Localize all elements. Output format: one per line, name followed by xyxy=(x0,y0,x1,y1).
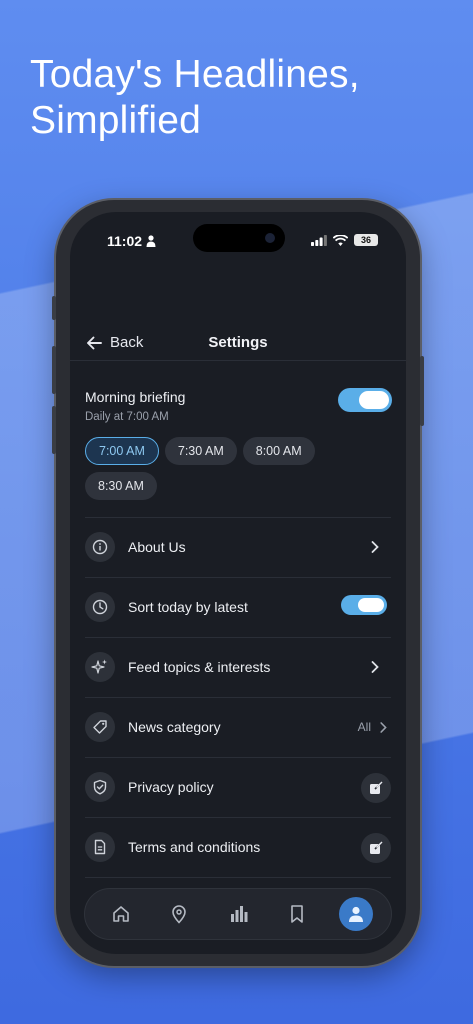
settings-row-label: News category xyxy=(128,719,221,735)
time-chip-700[interactable]: 7:00 AM xyxy=(85,437,159,465)
action-button xyxy=(52,296,56,320)
phone-frame: 11:02 36 Back Settings Morning briefing … xyxy=(52,200,424,966)
time-chip-800[interactable]: 8:00 AM xyxy=(242,437,315,465)
settings-row-partial xyxy=(85,877,391,888)
status-bar: 11:02 36 xyxy=(70,232,406,252)
bookmark-icon[interactable] xyxy=(285,902,309,926)
nav-bar: Back Settings xyxy=(70,328,406,368)
wifi-icon xyxy=(333,234,348,246)
location-pin-icon[interactable] xyxy=(167,902,191,926)
settings-row-label: About Us xyxy=(128,539,186,555)
tag-icon xyxy=(85,712,115,742)
header-divider xyxy=(70,360,406,361)
chevron-right-icon xyxy=(380,722,387,733)
settings-row-label: Feed topics & interests xyxy=(128,659,271,675)
shield-icon xyxy=(85,772,115,802)
tab-bar xyxy=(84,888,392,940)
news-category-value: All xyxy=(357,720,371,734)
promo-headline: Today's Headlines, Simplified xyxy=(30,53,360,142)
profile-icon[interactable] xyxy=(339,897,373,931)
sparkles-icon xyxy=(85,652,115,682)
person-icon xyxy=(146,235,156,247)
settings-row-feed-topics[interactable]: Feed topics & interests xyxy=(85,637,391,697)
settings-list: About Us Sort today by latest Feed topic… xyxy=(85,517,391,888)
home-icon[interactable] xyxy=(109,902,133,926)
volume-up-button xyxy=(52,346,56,394)
settings-row-privacy-policy[interactable]: Privacy policy xyxy=(85,757,391,817)
battery-icon: 36 xyxy=(354,234,378,246)
morning-briefing-toggle[interactable] xyxy=(338,388,392,412)
settings-row-sort-latest: Sort today by latest xyxy=(85,577,391,637)
external-link-icon[interactable] xyxy=(361,833,391,863)
bar-chart-icon[interactable] xyxy=(227,902,251,926)
chevron-right-icon xyxy=(371,661,379,673)
toggle-knob xyxy=(359,391,389,409)
status-time: 11:02 xyxy=(107,233,143,249)
sort-latest-toggle[interactable] xyxy=(341,595,387,615)
time-chip-730[interactable]: 7:30 AM xyxy=(164,437,237,465)
settings-row-label: Privacy policy xyxy=(128,779,214,795)
volume-down-button xyxy=(52,406,56,454)
clock-icon xyxy=(85,592,115,622)
settings-row-news-category[interactable]: News category All xyxy=(85,697,391,757)
settings-row-label: Terms and conditions xyxy=(128,839,261,855)
document-icon xyxy=(85,832,115,862)
page-title: Settings xyxy=(208,334,268,351)
settings-row-label: Sort today by latest xyxy=(128,599,248,615)
power-button xyxy=(420,356,424,426)
toggle-knob xyxy=(358,598,384,612)
briefing-time-options: 7:00 AM 7:30 AM 8:00 AM 8:30 AM xyxy=(85,437,385,500)
settings-row-terms[interactable]: Terms and conditions xyxy=(85,817,391,877)
app-screen: 11:02 36 Back Settings Morning briefing … xyxy=(70,212,406,954)
external-link-icon[interactable] xyxy=(361,773,391,803)
time-chip-830[interactable]: 8:30 AM xyxy=(85,472,157,500)
settings-row-about-us[interactable]: About Us xyxy=(85,517,391,577)
cellular-signal-icon xyxy=(311,234,327,246)
morning-briefing-subtitle: Daily at 7:00 AM xyxy=(85,411,169,423)
info-icon xyxy=(85,532,115,562)
chevron-right-icon xyxy=(371,541,379,553)
